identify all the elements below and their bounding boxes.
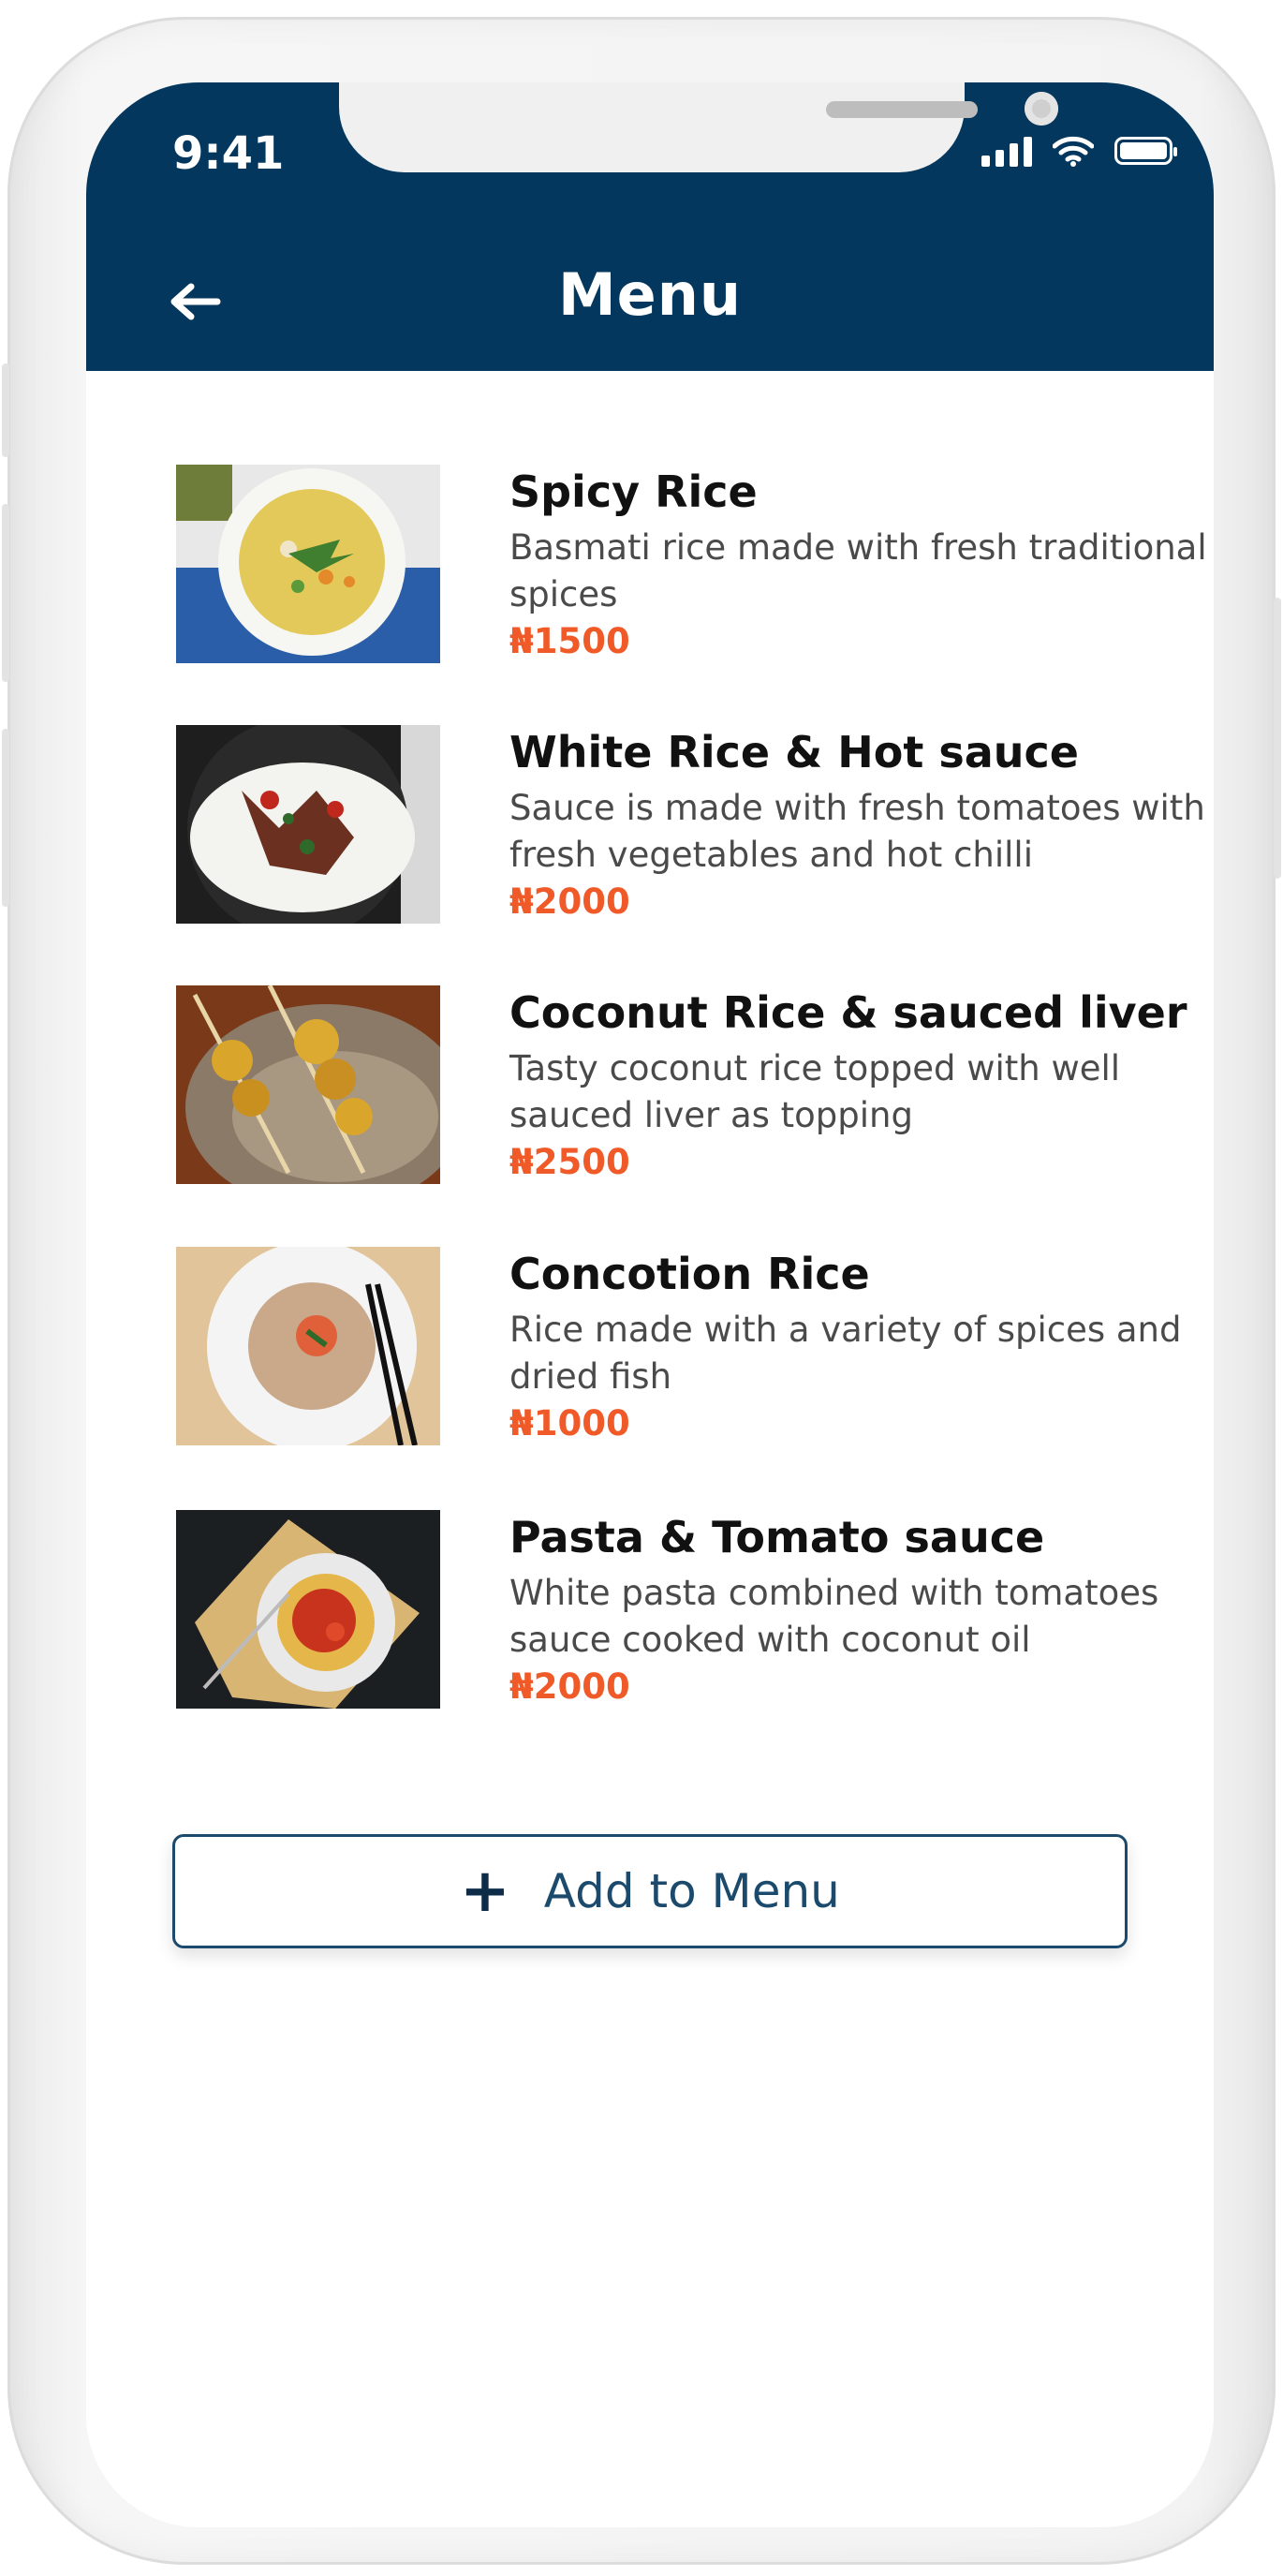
item-name: Spicy Rice — [509, 466, 758, 517]
item-info: Concotion Rice Rice made with a variety … — [509, 1247, 1214, 1447]
item-description: Sauce is made with fresh tomatoes with f… — [509, 788, 1205, 875]
menu-item[interactable]: Coconut Rice & sauced liver Tasty coconu… — [176, 985, 1214, 1192]
item-name: White Rice & Hot sauce — [509, 727, 1079, 777]
phone-screen: 9:41 Menu Spicy Rice Basmati rice made w… — [86, 82, 1214, 2527]
item-info: Coconut Rice & sauced liver Tasty coconu… — [509, 985, 1214, 1186]
phone-side-button — [2, 504, 9, 682]
menu-item[interactable]: Concotion Rice Rice made with a variety … — [176, 1247, 1214, 1453]
menu-item[interactable]: Spicy Rice Basmati rice made with fresh … — [176, 465, 1214, 671]
app-header: 9:41 Menu — [86, 82, 1214, 371]
item-description: Rice made with a variety of spices and d… — [509, 1310, 1182, 1397]
signal-icon — [981, 135, 1032, 167]
status-time: 9:41 — [172, 127, 285, 180]
item-price: ₦1500 — [509, 621, 630, 661]
item-info: White Rice & Hot sauce Sauce is made wit… — [509, 725, 1214, 925]
dish-image — [176, 465, 440, 663]
item-price: ₦1000 — [509, 1403, 630, 1443]
phone-side-button — [2, 363, 9, 457]
add-to-menu-label: Add to Menu — [543, 1864, 840, 1918]
page-title: Menu — [557, 260, 743, 329]
menu-item[interactable]: White Rice & Hot sauce Sauce is made wit… — [176, 725, 1214, 931]
item-description: White pasta combined with tomatoes sauce… — [509, 1573, 1159, 1660]
item-name: Concotion Rice — [509, 1249, 870, 1299]
item-name: Pasta & Tomato sauce — [509, 1512, 1045, 1562]
wifi-icon — [1053, 136, 1094, 167]
speaker-grille — [826, 101, 978, 118]
dish-image — [176, 1247, 440, 1445]
dish-image — [176, 985, 440, 1184]
item-price: ₦2000 — [509, 1666, 630, 1707]
status-icons — [981, 135, 1177, 167]
dish-image — [176, 1510, 440, 1709]
item-description: Tasty coconut rice topped with well sauc… — [509, 1048, 1121, 1135]
menu-item[interactable]: Pasta & Tomato sauce White pasta combine… — [176, 1510, 1214, 1716]
item-price: ₦2500 — [509, 1142, 630, 1182]
item-price: ₦2000 — [509, 881, 630, 922]
front-camera — [1025, 92, 1058, 126]
battery-icon — [1114, 137, 1177, 165]
plus-icon: + — [460, 1857, 510, 1926]
add-to-menu-button[interactable]: + Add to Menu — [172, 1834, 1128, 1948]
phone-frame: 9:41 Menu Spicy Rice Basmati rice made w… — [2, 17, 1281, 2565]
item-description: Basmati rice made with fresh traditional… — [509, 527, 1207, 614]
item-info: Pasta & Tomato sauce White pasta combine… — [509, 1510, 1214, 1710]
item-name: Coconut Rice & sauced liver — [509, 987, 1187, 1038]
item-info: Spicy Rice Basmati rice made with fresh … — [509, 465, 1214, 665]
notch — [339, 82, 1058, 172]
dish-image — [176, 725, 440, 924]
phone-side-button — [1274, 598, 1281, 879]
phone-side-button — [2, 729, 9, 907]
